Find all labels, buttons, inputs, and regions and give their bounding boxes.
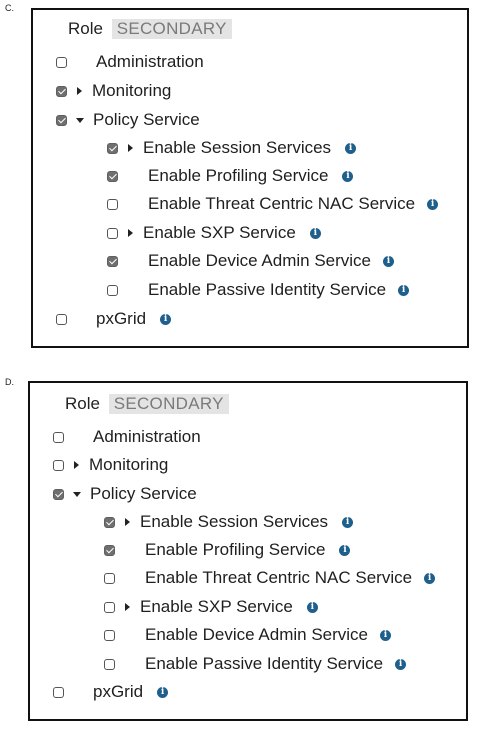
checkbox-session-services[interactable] bbox=[107, 142, 118, 154]
label-threat-centric-nac: Enable Threat Centric NAC Service bbox=[145, 568, 413, 587]
info-icon[interactable]: i bbox=[342, 516, 354, 528]
info-icon[interactable]: i bbox=[424, 572, 436, 584]
info-icon[interactable]: i bbox=[383, 255, 395, 267]
checkbox-policy-service[interactable] bbox=[53, 488, 64, 500]
role-row: Role SECONDARY bbox=[68, 19, 232, 39]
label-sxp-service: Enable SXP Service bbox=[143, 223, 296, 242]
info-icon[interactable]: i bbox=[395, 658, 407, 670]
checkbox-pxgrid[interactable] bbox=[56, 313, 67, 325]
node-administration[interactable]: Administration bbox=[56, 51, 204, 73]
checkbox-monitoring[interactable] bbox=[56, 85, 67, 97]
label-profiling-service: Enable Profiling Service bbox=[145, 540, 326, 559]
checkbox-device-admin[interactable] bbox=[107, 255, 118, 267]
checkbox-session-services[interactable] bbox=[104, 516, 115, 528]
checkbox-profiling-service[interactable] bbox=[104, 544, 115, 556]
node-sxp-service[interactable]: Enable SXP Service i bbox=[107, 222, 321, 244]
role-value-badge: SECONDARY bbox=[111, 19, 232, 39]
node-threat-centric-nac[interactable]: Enable Threat Centric NAC Service i bbox=[107, 193, 439, 215]
info-icon[interactable]: i bbox=[339, 544, 351, 556]
checkbox-threat-centric-nac[interactable] bbox=[107, 198, 118, 210]
node-device-admin[interactable]: Enable Device Admin Service i bbox=[104, 624, 392, 646]
checkbox-sxp-service[interactable] bbox=[104, 601, 115, 613]
label-administration: Administration bbox=[96, 52, 204, 71]
info-icon[interactable]: i bbox=[160, 313, 172, 325]
role-label: Role bbox=[65, 394, 100, 413]
label-policy-service: Policy Service bbox=[90, 484, 197, 503]
caret-down-icon[interactable] bbox=[73, 491, 81, 497]
label-sxp-service: Enable SXP Service bbox=[140, 597, 293, 616]
label-device-admin: Enable Device Admin Service bbox=[145, 625, 369, 644]
info-icon[interactable]: i bbox=[157, 686, 169, 698]
label-session-services: Enable Session Services bbox=[140, 512, 329, 531]
checkbox-sxp-service[interactable] bbox=[107, 227, 118, 239]
label-device-admin: Enable Device Admin Service bbox=[148, 251, 372, 270]
label-administration: Administration bbox=[93, 427, 201, 446]
label-pxgrid: pxGrid bbox=[93, 682, 144, 701]
label-monitoring: Monitoring bbox=[89, 455, 169, 474]
option-letter-c: C. bbox=[5, 3, 14, 13]
caret-right-icon[interactable] bbox=[125, 603, 130, 611]
node-profiling-service[interactable]: Enable Profiling Service i bbox=[107, 165, 354, 187]
node-monitoring[interactable]: Monitoring bbox=[53, 454, 168, 476]
node-sxp-service[interactable]: Enable SXP Service i bbox=[104, 596, 318, 618]
node-passive-identity[interactable]: Enable Passive Identity Service i bbox=[107, 279, 410, 301]
node-device-admin[interactable]: Enable Device Admin Service i bbox=[107, 250, 395, 272]
label-session-services: Enable Session Services bbox=[143, 138, 332, 157]
node-pxgrid[interactable]: pxGrid i bbox=[56, 308, 172, 330]
info-icon[interactable]: i bbox=[309, 227, 321, 239]
label-profiling-service: Enable Profiling Service bbox=[148, 166, 329, 185]
caret-right-icon[interactable] bbox=[128, 144, 133, 152]
label-monitoring: Monitoring bbox=[92, 81, 172, 100]
label-passive-identity: Enable Passive Identity Service bbox=[145, 654, 384, 673]
caret-down-icon[interactable] bbox=[76, 117, 84, 123]
node-policy-service[interactable]: Policy Service bbox=[53, 483, 197, 505]
node-session-services[interactable]: Enable Session Services i bbox=[104, 511, 354, 533]
label-policy-service: Policy Service bbox=[93, 110, 200, 129]
info-icon[interactable]: i bbox=[342, 170, 354, 182]
node-profiling-service[interactable]: Enable Profiling Service i bbox=[104, 539, 351, 561]
checkbox-administration[interactable] bbox=[53, 431, 64, 443]
node-pxgrid[interactable]: pxGrid i bbox=[53, 681, 169, 703]
label-threat-centric-nac: Enable Threat Centric NAC Service bbox=[148, 194, 416, 213]
checkbox-policy-service[interactable] bbox=[56, 114, 67, 126]
node-policy-service[interactable]: Policy Service bbox=[56, 109, 200, 131]
checkbox-pxgrid[interactable] bbox=[53, 686, 64, 698]
checkbox-monitoring[interactable] bbox=[53, 459, 64, 471]
caret-right-icon[interactable] bbox=[128, 229, 133, 237]
node-administration[interactable]: Administration bbox=[53, 426, 201, 448]
info-icon[interactable]: i bbox=[427, 198, 439, 210]
node-passive-identity[interactable]: Enable Passive Identity Service i bbox=[104, 653, 407, 675]
node-threat-centric-nac[interactable]: Enable Threat Centric NAC Service i bbox=[104, 567, 436, 589]
info-icon[interactable]: i bbox=[345, 142, 357, 154]
caret-right-icon[interactable] bbox=[125, 518, 130, 526]
caret-right-icon[interactable] bbox=[74, 461, 79, 469]
option-letter-d: D. bbox=[5, 377, 14, 387]
role-row: Role SECONDARY bbox=[65, 394, 229, 414]
checkbox-device-admin[interactable] bbox=[104, 629, 115, 641]
info-icon[interactable]: i bbox=[398, 284, 410, 296]
checkbox-passive-identity[interactable] bbox=[107, 284, 118, 296]
label-passive-identity: Enable Passive Identity Service bbox=[148, 280, 387, 299]
node-session-services[interactable]: Enable Session Services i bbox=[107, 137, 357, 159]
label-pxgrid: pxGrid bbox=[96, 309, 147, 328]
checkbox-passive-identity[interactable] bbox=[104, 658, 115, 670]
checkbox-profiling-service[interactable] bbox=[107, 170, 118, 182]
checkbox-threat-centric-nac[interactable] bbox=[104, 572, 115, 584]
info-icon[interactable]: i bbox=[380, 629, 392, 641]
role-value-badge: SECONDARY bbox=[108, 394, 229, 414]
caret-right-icon[interactable] bbox=[77, 87, 82, 95]
node-monitoring[interactable]: Monitoring bbox=[56, 80, 171, 102]
checkbox-administration[interactable] bbox=[56, 56, 67, 68]
role-label: Role bbox=[68, 19, 103, 38]
info-icon[interactable]: i bbox=[306, 601, 318, 613]
